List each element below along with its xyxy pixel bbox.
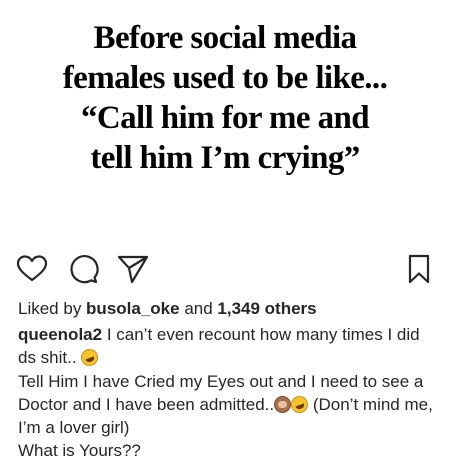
heart-outline-icon xyxy=(16,255,48,282)
save-button[interactable] xyxy=(402,252,436,286)
like-button[interactable] xyxy=(15,252,49,286)
comment-button[interactable] xyxy=(66,252,100,286)
comment-bubble-icon xyxy=(70,255,99,284)
post-image-text-line: “Call him for me and xyxy=(80,100,370,136)
rofl-emoji xyxy=(78,346,101,369)
post-image-text-line: females used to be like... xyxy=(62,60,388,96)
bookmark-outline-icon xyxy=(408,254,430,284)
caption-username-link[interactable]: queenola2 xyxy=(18,325,102,344)
post-image-text-line: Before social media xyxy=(93,20,358,56)
likes-summary: Liked by busola_oke and 1,349 others xyxy=(18,298,317,320)
share-button[interactable] xyxy=(116,252,150,286)
post-image-text: Before social media females used to be l… xyxy=(0,18,450,178)
post-image-text-line: tell him I’m crying” xyxy=(90,140,360,176)
paper-plane-icon xyxy=(117,255,149,284)
see-no-evil-monkey-emoji xyxy=(274,395,292,413)
post-caption: queenola2 I can’t even recount how many … xyxy=(18,323,438,463)
post-actions-bar xyxy=(0,252,450,286)
likes-middle: and xyxy=(179,299,218,318)
likes-count-link[interactable]: 1,349 others xyxy=(217,299,316,318)
liked-by-user-link[interactable]: busola_oke xyxy=(86,299,180,318)
post-image[interactable]: Before social media females used to be l… xyxy=(0,0,450,240)
likes-prefix: Liked by xyxy=(18,299,87,318)
caption-text: What is Yours?? xyxy=(18,441,141,461)
